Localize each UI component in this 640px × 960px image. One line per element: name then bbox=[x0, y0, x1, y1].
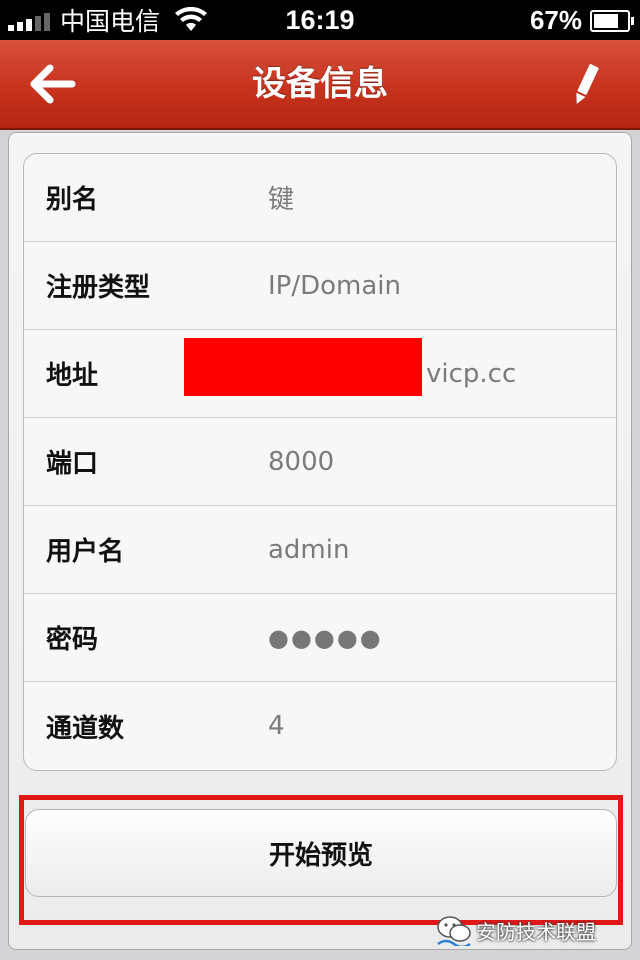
address-value: vicp.cc bbox=[426, 358, 517, 389]
status-bar: 中国电信 16:19 67% bbox=[0, 0, 640, 40]
wifi-icon bbox=[175, 7, 208, 31]
info-row-port[interactable]: 端口 8000 bbox=[24, 418, 616, 506]
start-preview-label: 开始预览 bbox=[268, 840, 373, 871]
info-row-channels[interactable]: 通道数 4 bbox=[24, 682, 616, 770]
channels-label: 通道数 bbox=[46, 713, 125, 744]
password-label: 密码 bbox=[46, 625, 99, 655]
password-value: ●●●●● bbox=[268, 623, 383, 652]
info-row-register-type[interactable]: 注册类型 IP/Domain bbox=[24, 242, 616, 330]
info-row-alias[interactable]: 别名 键 bbox=[24, 154, 616, 242]
watermark: 安防技术联盟 bbox=[436, 910, 636, 950]
signal-strength-icon bbox=[8, 9, 50, 31]
register-type-value: IP/Domain bbox=[268, 270, 401, 301]
start-preview-button[interactable]: 开始预览 bbox=[25, 809, 617, 897]
battery-percentage: 67% bbox=[529, 4, 582, 35]
device-info-panel: 别名 键 注册类型 IP/Domain 地址 vicp.cc 端口 8000 用… bbox=[8, 132, 632, 950]
info-row-username[interactable]: 用户名 admin bbox=[24, 506, 616, 594]
navigation-bar: 设备信息 bbox=[0, 40, 640, 130]
port-value: 8000 bbox=[268, 446, 335, 477]
redaction-box bbox=[184, 338, 422, 396]
back-arrow-icon[interactable] bbox=[28, 62, 78, 106]
page-title: 设备信息 bbox=[252, 64, 388, 104]
device-info-table: 别名 键 注册类型 IP/Domain 地址 vicp.cc 端口 8000 用… bbox=[23, 153, 617, 771]
watermark-text: 安防技术联盟 bbox=[476, 919, 596, 944]
alias-value: 键 bbox=[268, 185, 295, 215]
address-label: 地址 bbox=[46, 361, 99, 391]
register-type-label: 注册类型 bbox=[46, 273, 151, 303]
battery-icon bbox=[590, 10, 634, 32]
alias-label: 别名 bbox=[46, 185, 99, 215]
port-label: 端口 bbox=[46, 449, 99, 479]
carrier-name: 中国电信 bbox=[60, 7, 161, 36]
username-label: 用户名 bbox=[46, 537, 125, 567]
pencil-icon[interactable] bbox=[568, 60, 604, 108]
channels-value: 4 bbox=[268, 711, 285, 741]
info-row-address[interactable]: 地址 vicp.cc bbox=[24, 330, 616, 418]
username-value: admin bbox=[268, 534, 350, 565]
info-row-password[interactable]: 密码 ●●●●● bbox=[24, 594, 616, 682]
wechat-icon bbox=[437, 916, 471, 946]
